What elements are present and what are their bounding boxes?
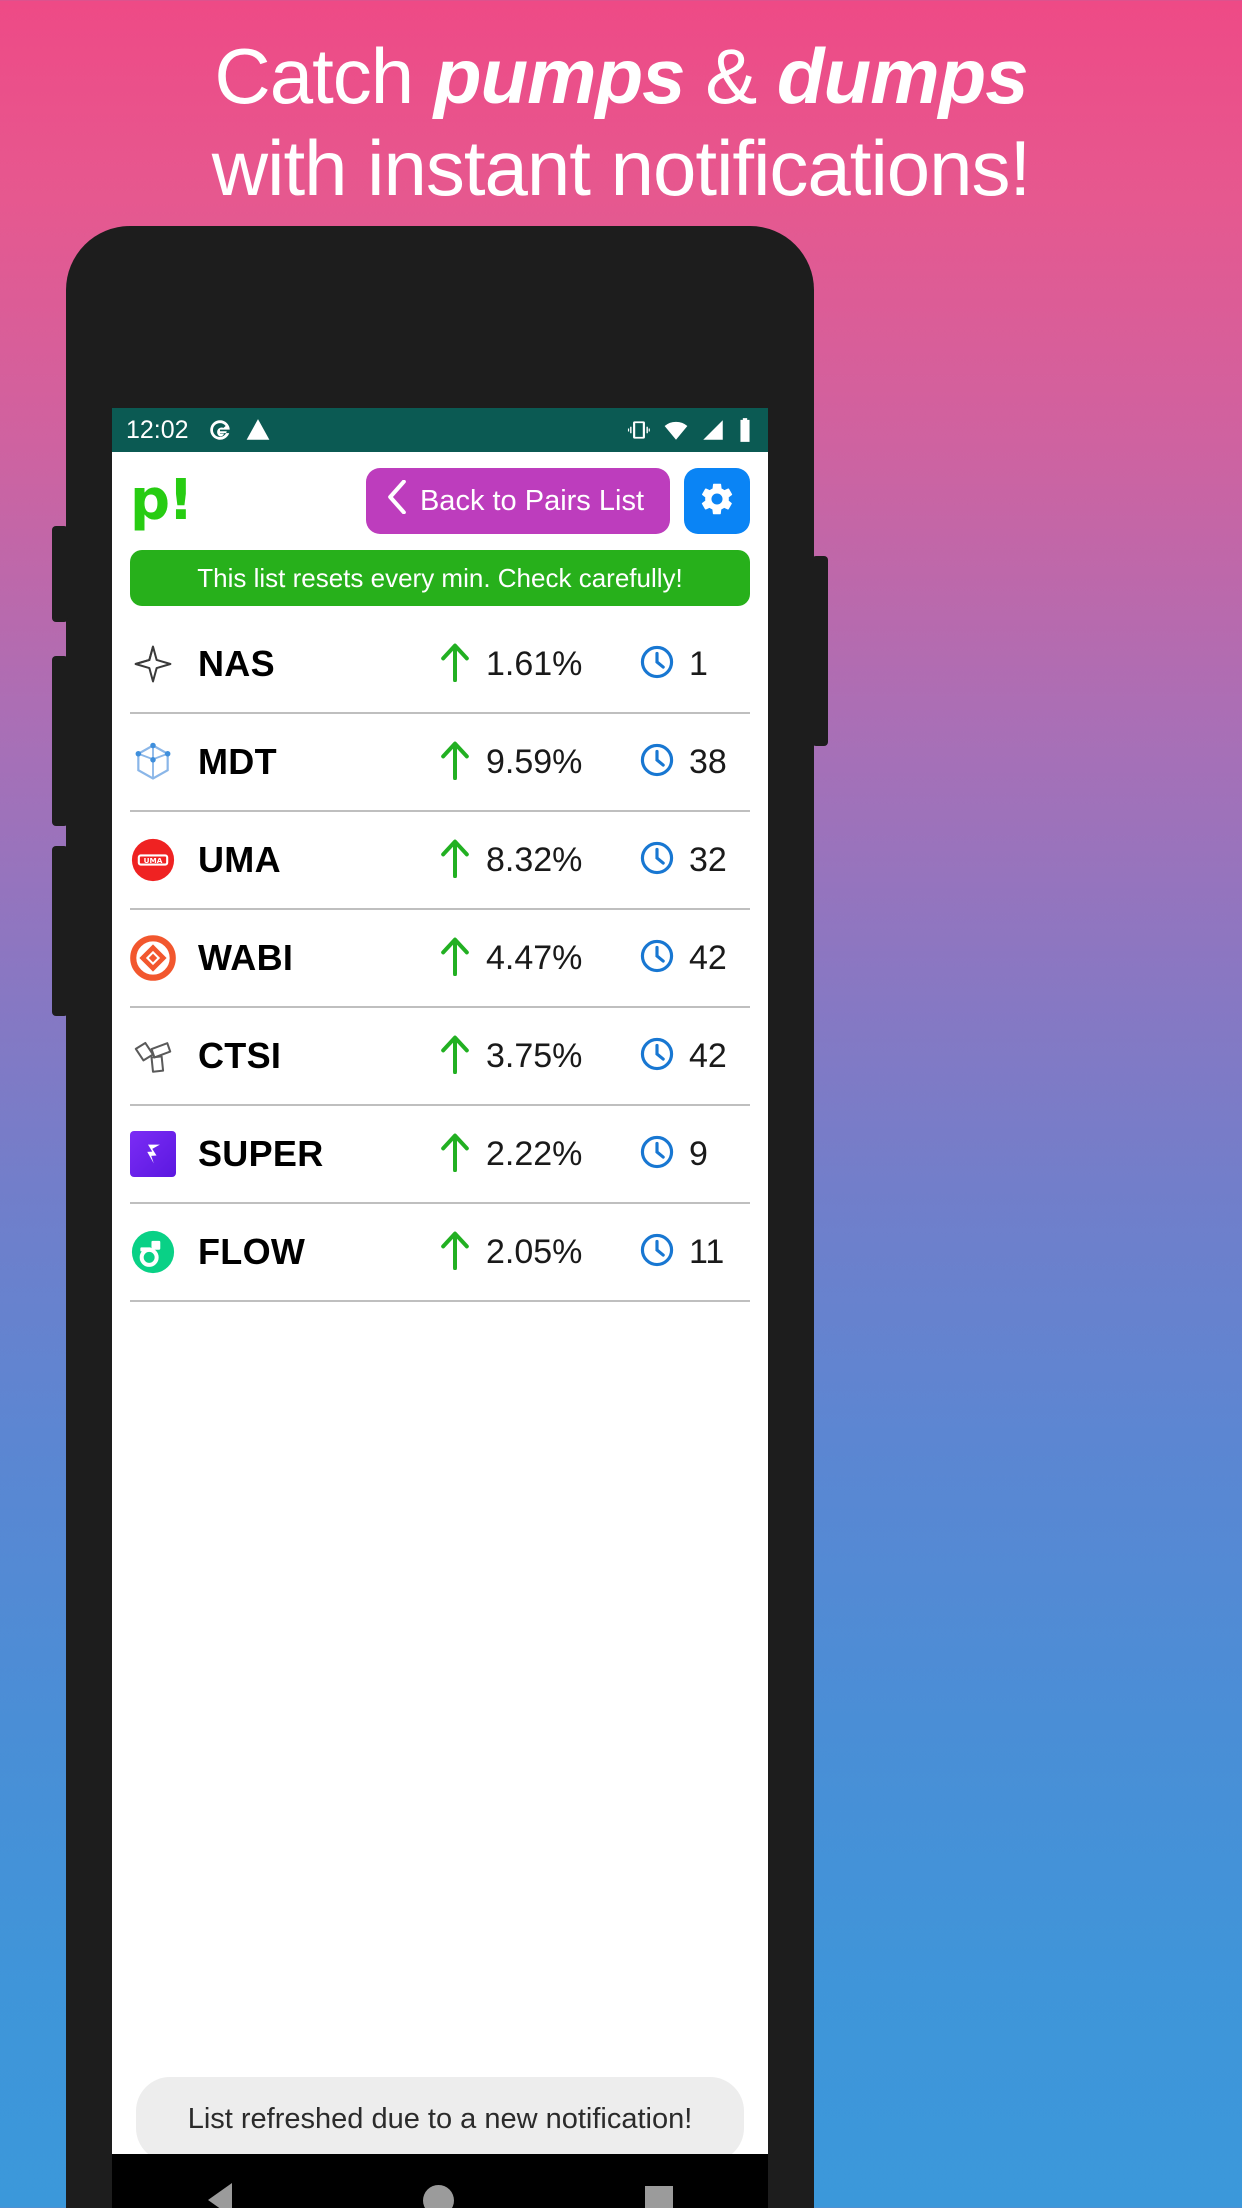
coin-symbol: NAS [198,643,275,684]
ctsi-pinwheel-icon [130,1033,176,1079]
promo-line1-emphasis-2: dumps [776,32,1029,120]
minutes-ago: 32 [689,840,727,879]
google-g-icon [207,417,233,443]
signal-icon [700,417,726,443]
arrow-up-icon [438,1132,472,1177]
coin-symbol: SUPER [198,1133,324,1174]
coin-symbol: WABI [198,937,294,978]
mdt-node-icon [130,739,176,785]
nas-star-icon [130,641,176,687]
phone-volume-down-button [52,846,68,1016]
reset-notice-text: This list resets every min. Check carefu… [197,562,683,593]
minutes-ago: 11 [689,1232,725,1271]
android-nav-bar [112,2154,768,2208]
clock-icon [638,1035,676,1078]
svg-text:UMA: UMA [144,856,163,865]
arrow-up-icon [438,936,472,981]
back-button-label: Back to Pairs List [419,484,644,517]
clock-icon [638,643,676,686]
promo-line1-emphasis-1: pumps [433,32,686,120]
arrow-up-icon [438,1230,472,1275]
phone-button-left-1 [52,526,68,622]
recents-square-icon[interactable] [644,2186,673,2208]
table-row[interactable]: SUPER 2.22% 9 [130,1106,750,1204]
promo-line1-pre: Catch [214,32,434,120]
app-logo: p! [130,467,194,533]
app-header: p! Back to Pairs List [112,452,768,550]
phone-mockup: 12:02 p! Back to Pairs List This list re… [52,226,828,2208]
promo-line-2: with instant notifications! [211,124,1031,213]
settings-button[interactable] [684,468,750,534]
toast-container: List refreshed due to a new notification… [112,2077,768,2162]
toast-message: List refreshed due to a new notification… [135,2077,745,2162]
change-percent: 3.75% [486,1036,583,1075]
status-bar: 12:02 [112,408,768,452]
table-row[interactable]: MDT 9.59% 38 [130,714,750,812]
promo-line1-middle: & [684,32,777,120]
table-row[interactable]: UMA UMA 8.32% 32 [130,812,750,910]
battery-icon [736,417,754,443]
reset-notice-banner: This list resets every min. Check carefu… [130,550,750,606]
clock-icon [638,839,676,882]
coin-symbol: FLOW [198,1231,306,1272]
chevron-left-icon [386,479,408,522]
minutes-ago: 9 [689,1134,708,1173]
wabi-ring-icon [130,935,176,981]
clock-icon [638,1133,676,1176]
home-circle-icon[interactable] [422,2184,454,2208]
flow-circle-icon [130,1229,176,1275]
arrow-up-icon [438,1034,472,1079]
status-bar-time: 12:02 [126,415,189,444]
promo-headline: Catch pumps & dumps with instant notific… [0,0,1242,214]
promo-line-1: Catch pumps & dumps [0,30,1242,122]
uma-circle-icon: UMA [130,837,176,883]
minutes-ago: 38 [689,742,727,781]
coin-symbol: UMA [198,839,281,880]
gear-icon [698,480,736,523]
minutes-ago: 1 [689,644,708,683]
back-to-pairs-list-button[interactable]: Back to Pairs List [365,468,670,534]
phone-screen: 12:02 p! Back to Pairs List This list re… [112,408,768,2208]
change-percent: 9.59% [486,742,583,781]
clock-icon [638,1231,676,1274]
change-percent: 2.22% [486,1134,583,1173]
change-percent: 8.32% [486,840,583,879]
arrow-up-icon [438,740,472,785]
phone-power-button [812,556,828,746]
table-row[interactable]: FLOW 2.05% 11 [130,1204,750,1302]
table-row[interactable]: NAS 1.61% 1 [130,616,750,714]
vibrate-icon [626,417,652,443]
pairs-list[interactable]: NAS 1.61% 1 MDT 9.59% 38 UMA UMA 8.32% 32 WABI 4.47… [112,616,768,1302]
arrow-up-icon [438,642,472,687]
phone-volume-up-button [52,656,68,826]
clock-icon [638,937,676,980]
change-percent: 4.47% [486,938,583,977]
arrow-up-icon [438,838,472,883]
minutes-ago: 42 [689,1036,727,1075]
super-square-icon [130,1131,176,1177]
table-row[interactable]: CTSI 3.75% 42 [130,1008,750,1106]
table-row[interactable]: WABI 4.47% 42 [130,910,750,1008]
minutes-ago: 42 [689,938,727,977]
change-percent: 2.05% [486,1232,583,1271]
warning-triangle-icon [245,417,271,443]
back-triangle-icon[interactable] [207,2183,232,2208]
coin-symbol: MDT [198,741,277,782]
wifi-icon [662,417,690,443]
change-percent: 1.61% [486,644,583,683]
clock-icon [638,741,676,784]
coin-symbol: CTSI [198,1035,282,1076]
